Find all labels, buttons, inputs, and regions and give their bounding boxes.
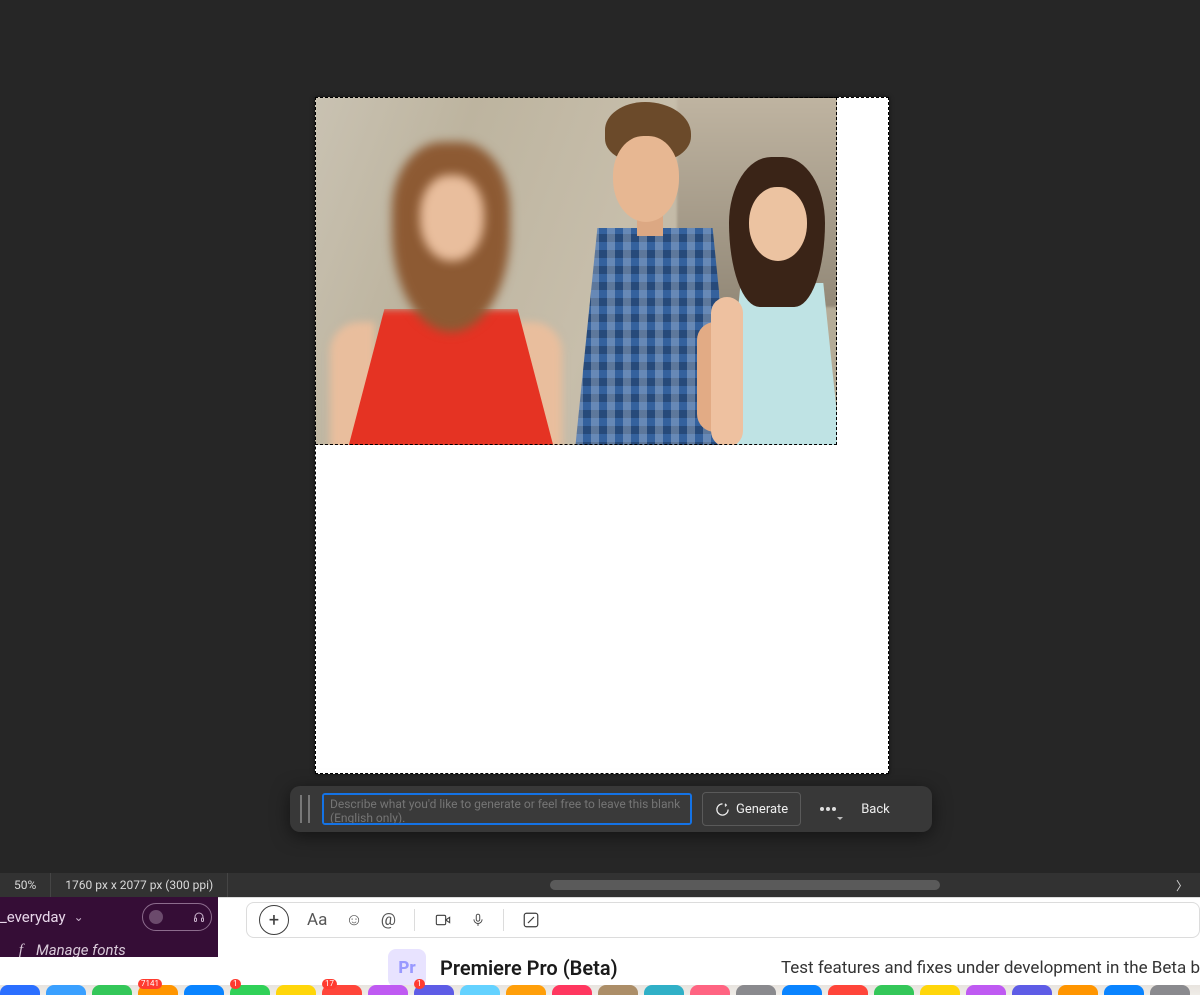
emoji-icon[interactable]: ☺: [345, 910, 362, 930]
channel-label: _everyday: [0, 908, 66, 926]
dock-app[interactable]: [460, 985, 500, 995]
status-bar: 50% 1760 px x 2077 px (300 ppi) 〉: [0, 873, 1200, 897]
scrollbar-thumb[interactable]: [550, 880, 940, 890]
app-title[interactable]: Premiere Pro (Beta): [440, 956, 618, 980]
zoom-level[interactable]: 50%: [0, 873, 51, 897]
dock-app[interactable]: [1150, 985, 1190, 995]
document-dimensions-value: 1760 px x 2077 px (300 ppi): [65, 878, 213, 892]
ellipsis-icon: [819, 806, 837, 812]
dock-badge: 7141: [138, 979, 162, 989]
dock-app[interactable]: [644, 985, 684, 995]
dock-app[interactable]: 17: [322, 985, 362, 995]
prompt-input[interactable]: [322, 793, 692, 825]
dock-app[interactable]: [0, 985, 40, 995]
dock-app[interactable]: [598, 985, 638, 995]
manage-fonts-item[interactable]: f Manage fonts: [0, 937, 218, 959]
generate-button[interactable]: Generate: [702, 792, 801, 826]
shortcut-icon[interactable]: [522, 911, 540, 929]
font-glyph-icon: f: [14, 942, 28, 959]
dock-app[interactable]: [1012, 985, 1052, 995]
document-canvas[interactable]: [315, 97, 889, 774]
dock-app[interactable]: 7141: [138, 985, 178, 995]
divider: [414, 909, 415, 931]
dock-app[interactable]: [874, 985, 914, 995]
divider: [503, 909, 504, 931]
chevron-down-icon: ⌄: [74, 910, 84, 924]
dock-app[interactable]: 1: [230, 985, 270, 995]
document-dimensions[interactable]: 1760 px x 2077 px (300 ppi): [51, 873, 228, 897]
generate-button-label: Generate: [736, 802, 788, 817]
compose-toolbar: + Aa ☺ @: [246, 902, 1200, 938]
video-icon[interactable]: [433, 912, 453, 928]
dock-app[interactable]: [828, 985, 868, 995]
huddle-toggle[interactable]: [142, 903, 212, 931]
dock-app[interactable]: [46, 985, 86, 995]
more-options-button[interactable]: [811, 793, 845, 825]
background-compose-strip: + Aa ☺ @: [218, 897, 1200, 942]
microphone-icon[interactable]: [471, 911, 485, 929]
toggle-dot-icon: [149, 910, 163, 924]
generative-fill-bar: Generate Back: [290, 786, 932, 832]
dock-app[interactable]: [1058, 985, 1098, 995]
dock: 7141 1 17 1: [0, 985, 1200, 995]
dropdown-caret-icon: [837, 817, 843, 823]
generate-sparkle-icon: [715, 802, 730, 817]
dock-app[interactable]: [966, 985, 1006, 995]
dock-app[interactable]: [92, 985, 132, 995]
dock-app[interactable]: [276, 985, 316, 995]
dock-app[interactable]: [184, 985, 224, 995]
figure-woman-teal: [715, 157, 837, 445]
drag-handle-icon[interactable]: [300, 795, 310, 823]
dock-app[interactable]: [782, 985, 822, 995]
dock-badge: 17: [322, 979, 337, 989]
dock-app[interactable]: [552, 985, 592, 995]
plus-icon: +: [269, 910, 279, 931]
dock-app[interactable]: [690, 985, 730, 995]
dock-app[interactable]: [920, 985, 960, 995]
headphones-icon: [193, 911, 205, 923]
app-description: Test features and fixes under developmen…: [781, 958, 1200, 978]
dock-app[interactable]: [1104, 985, 1144, 995]
dock-app[interactable]: [368, 985, 408, 995]
dock-app[interactable]: [506, 985, 546, 995]
horizontal-scrollbar[interactable]: [550, 877, 1190, 893]
dock-app[interactable]: [736, 985, 776, 995]
figure-woman-red: [330, 157, 560, 445]
dock-badge: 1: [230, 979, 241, 989]
zoom-level-value: 50%: [14, 878, 36, 892]
background-app-sidebar: _everyday ⌄ f Manage fonts: [0, 897, 218, 957]
channel-item[interactable]: _everyday ⌄: [0, 897, 218, 937]
add-button[interactable]: +: [259, 905, 289, 935]
editor-workspace: Generate Back: [0, 0, 1200, 870]
dock-badge: 1: [414, 979, 425, 989]
text-format-icon[interactable]: Aa: [307, 910, 327, 930]
mention-icon[interactable]: @: [381, 910, 396, 930]
back-button[interactable]: Back: [855, 802, 896, 817]
placed-image[interactable]: [315, 97, 837, 445]
dock-app[interactable]: 1: [414, 985, 454, 995]
